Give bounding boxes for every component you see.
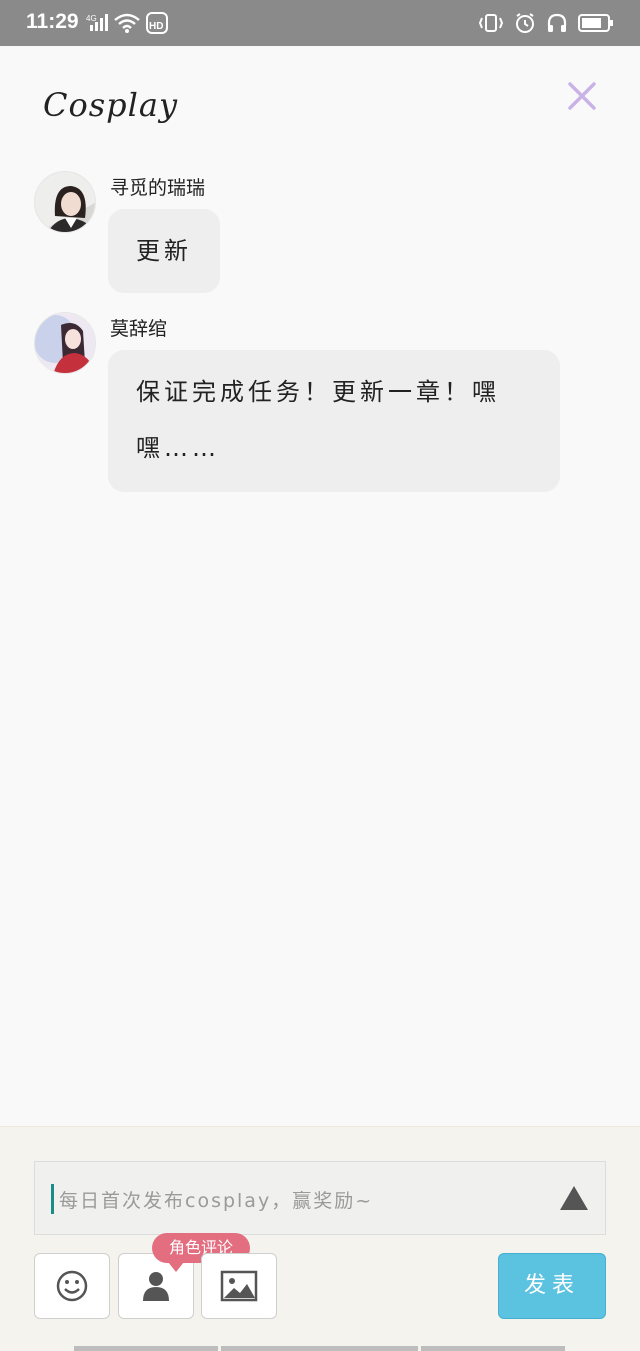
image-button[interactable] [201, 1253, 277, 1319]
text-caret [51, 1184, 54, 1214]
message-bubble: 保证完成任务！更新一章！嘿嘿…… [108, 350, 560, 492]
message-username: 寻觅的瑞瑞 [110, 177, 206, 199]
nav-bar-segment [421, 1346, 565, 1351]
input-placeholder: 每日首次发布cosplay，赢奖励~ [59, 1190, 374, 1212]
vibrate-icon [478, 12, 504, 34]
message-item: 莫辞绾 保证完成任务！更新一章！嘿嘿…… [34, 312, 594, 502]
status-bar: 11:29 4G HD [0, 0, 640, 46]
composer: 每日首次发布cosplay，赢奖励~ 角色评论 发表 [0, 1126, 640, 1351]
chat-panel[interactable]: Cosplay 寻觅的瑞瑞 更新 莫辞绾 保证完成任务！更新一章！嘿嘿…… [0, 46, 640, 1126]
message-bubble: 更新 [108, 209, 220, 293]
status-right-icons [478, 12, 614, 34]
wifi-icon [114, 12, 140, 34]
post-input[interactable]: 每日首次发布cosplay，赢奖励~ [34, 1161, 606, 1235]
nav-bar-segment [221, 1346, 418, 1351]
triangle-up-icon[interactable] [559, 1182, 589, 1214]
headset-icon [546, 12, 568, 34]
battery-icon [578, 12, 614, 34]
hd-label: HD [149, 21, 163, 32]
network-label: 4G [86, 14, 97, 23]
message-text: 更新 [136, 237, 192, 265]
message-text: 保证完成任务！更新一章！嘿嘿…… [136, 378, 500, 462]
post-button[interactable]: 发表 [498, 1253, 606, 1319]
message-username: 莫辞绾 [110, 318, 168, 340]
hd-icon: HD [146, 12, 168, 34]
page-title: Cosplay [43, 86, 179, 124]
status-left-icons: 4G HD [86, 12, 168, 34]
close-icon[interactable] [562, 76, 602, 116]
alarm-icon [514, 12, 536, 34]
emoji-button[interactable] [34, 1253, 110, 1319]
nav-bar-segment [74, 1346, 218, 1351]
close-button[interactable] [562, 76, 602, 116]
expand-button[interactable] [559, 1182, 589, 1214]
smiley-icon [56, 1270, 88, 1302]
person-icon [143, 1272, 169, 1301]
image-icon [220, 1270, 258, 1302]
avatar[interactable] [34, 312, 96, 374]
signal-icon: 4G [86, 12, 108, 34]
status-time: 11:29 [26, 10, 79, 33]
avatar[interactable] [34, 171, 96, 233]
message-item: 寻觅的瑞瑞 更新 [34, 171, 594, 301]
